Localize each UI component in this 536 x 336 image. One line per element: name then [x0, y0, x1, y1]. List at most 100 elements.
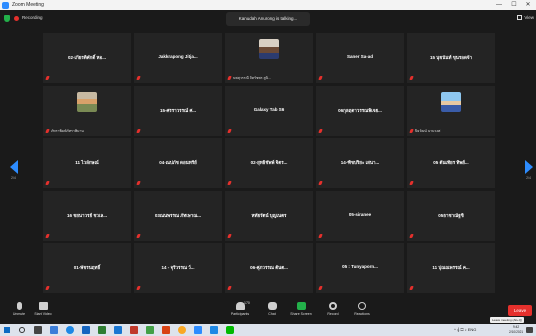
participant-tile[interactable]: ปิยวัฒน์ นามวงศ — [407, 85, 495, 136]
participant-tile[interactable]: 14 - จุรีวรรณ ว์... — [134, 243, 222, 293]
muted-mic-icon — [409, 233, 414, 238]
share-screen-label: Share Screen — [290, 312, 312, 316]
muted-mic-icon — [318, 233, 323, 238]
page-indicator-right: 2/4 — [526, 176, 531, 180]
zoom-logo-icon — [2, 1, 9, 9]
start-video-button[interactable]: Start Video — [28, 302, 58, 316]
edge-browser-icon[interactable] — [66, 326, 74, 334]
muted-mic-icon — [136, 233, 141, 238]
participant-name: 11 ปุณณพรรณ์ ค... — [432, 265, 470, 270]
maximize-button[interactable]: ☐ — [507, 0, 521, 10]
participant-tile[interactable]: Galaxy Tab S6 — [225, 85, 313, 136]
participant-tile[interactable]: 15 นุชนันท์ ขุนรอดจ้า — [407, 33, 495, 83]
record-label: Record — [327, 312, 339, 316]
muted-mic-icon — [136, 286, 141, 290]
app-taskbar-icon[interactable] — [210, 326, 218, 334]
muted-mic-icon — [318, 286, 323, 290]
chat-label: Chat — [268, 312, 276, 316]
zoom-taskbar-icon[interactable] — [194, 326, 202, 334]
task-view-icon[interactable] — [34, 326, 42, 334]
mail-icon[interactable] — [82, 326, 90, 334]
participant-name: 02-เกียรติศักดิ์ หอ... — [68, 55, 106, 60]
view-button[interactable]: View — [517, 15, 534, 20]
leave-tooltip: Leave meeting (Alt+Q) — [490, 317, 525, 323]
windows-taskbar: ^ 𝄞 ☐ ♪ ENG 9:42 2/10/2021 — [0, 324, 536, 336]
participant-name: 05-siranee — [348, 211, 372, 217]
participant-name: 14 - จุรีวรรณ ว์... — [161, 265, 195, 270]
minimize-button[interactable]: — — [492, 0, 506, 10]
participant-tile[interactable]: 01-พัชรนฤทธิ์ — [43, 243, 131, 293]
muted-mic-icon — [45, 286, 50, 290]
participant-tile[interactable]: 05-siranee — [316, 190, 404, 241]
muted-mic-icon — [227, 128, 232, 133]
window-title: Zoom Meeting — [12, 2, 44, 8]
next-page-arrow-icon[interactable] — [525, 160, 533, 174]
participant-tile[interactable]: 14-ฑิชปริยะ เสนา... — [316, 138, 404, 188]
participant-name: 05 ต้นเทียร ทิพย์... — [433, 160, 469, 165]
word-icon[interactable] — [114, 326, 122, 334]
chrome-icon[interactable] — [178, 326, 186, 334]
participant-name: 02-ยุทธิชัพพ์ จิตร... — [250, 160, 288, 165]
reactions-button[interactable]: Reactions — [347, 302, 377, 316]
media-icon[interactable] — [162, 326, 170, 334]
participant-tile[interactable]: 02-ยุทธิชัพพ์ จิตร... — [225, 138, 313, 188]
muted-mic-icon — [318, 181, 323, 185]
participant-tile[interactable]: 02-เกียรติศักดิ์ หอ... — [43, 33, 131, 83]
participant-tile[interactable]: 11 ปุณณพรรณ์ ค... — [407, 243, 495, 293]
taskbar-clock[interactable]: 9:42 2/10/2021 — [509, 325, 523, 335]
windows-start-icon[interactable] — [4, 327, 10, 333]
participant-name: 15 นุชนันท์ ขุนรอดจ้า — [429, 55, 473, 60]
powerpoint-icon[interactable] — [130, 326, 138, 334]
participant-name: 04-ณปภัช ดอนทรีย์ — [159, 160, 197, 165]
participant-name: 05 : Tunyaporn... — [342, 264, 378, 269]
page-indicator-left: 2/4 — [11, 176, 16, 180]
reactions-label: Reactions — [354, 312, 370, 316]
participants-button[interactable]: 170 Participants — [225, 301, 255, 316]
excel-icon[interactable] — [98, 326, 106, 334]
previous-page-arrow-icon[interactable] — [10, 160, 18, 174]
muted-mic-icon — [227, 76, 232, 80]
security-shield-icon[interactable] — [4, 15, 10, 22]
chat-button[interactable]: Chat — [257, 302, 287, 316]
notification-icon[interactable] — [526, 327, 533, 333]
participant-tile[interactable]: 15-ศรราวรรณ์ ศ... — [134, 85, 222, 136]
participant-tile[interactable]: นพสุวรรณี จิตรัชพร สูนิ... — [225, 33, 313, 83]
view-label: View — [524, 15, 534, 20]
participant-tile[interactable]: ภัทราพิมพ์ภัทราพิมาน — [43, 85, 131, 136]
participant-tile[interactable]: Jakkrapong Jitja... — [134, 33, 222, 83]
participant-tile[interactable]: 11 ไวลักษณ์ — [43, 138, 131, 188]
participant-name: 06-ศุภวรรณ ต้นต... — [250, 265, 288, 270]
file-explorer-icon[interactable] — [50, 326, 58, 334]
participant-tile[interactable]: 16 ชยนาวรย์ ชวเล... — [43, 190, 131, 241]
participant-tile[interactable]: 06กุลฤดาวรรณพิเจย... — [316, 85, 404, 136]
participant-tile[interactable]: 06-ศุภวรรณ ต้นต... — [225, 243, 313, 293]
close-button[interactable]: ✕ — [521, 0, 535, 10]
participant-name: Saner Sa-ad — [346, 54, 373, 59]
muted-mic-icon — [45, 181, 50, 185]
muted-mic-icon — [409, 128, 414, 133]
participant-name: Galaxy Tab S6 — [253, 106, 285, 112]
store-icon[interactable] — [146, 326, 154, 334]
participant-name: 11 ไวลักษณ์ — [75, 160, 99, 165]
gallery-grid-icon — [517, 15, 523, 20]
record-button[interactable]: Record — [318, 302, 348, 316]
participant-name: 06กุลฤดาวรรณพิเจย... — [338, 107, 382, 113]
participant-tile[interactable]: 03ณนพรรณ ภัทเษาณ... — [134, 190, 222, 241]
participant-tile[interactable]: 05 ต้นเทียร ทิพย์... — [407, 138, 495, 188]
leave-button[interactable]: Leave — [508, 305, 532, 316]
participant-name-tag: ภัทราพิมพ์ภัทราพิมาน — [51, 128, 84, 133]
muted-mic-icon — [45, 76, 50, 80]
participant-tile[interactable]: Saner Sa-ad — [316, 33, 404, 83]
participant-tile[interactable]: 05 : Tunyaporn... — [316, 243, 404, 293]
muted-mic-icon — [136, 181, 141, 185]
participant-tile[interactable]: 05ธาชาณัฐชิ — [407, 190, 495, 241]
participant-tile[interactable]: หทัยรัตน์ บุญเนตร — [225, 190, 313, 241]
system-tray[interactable]: ^ 𝄞 ☐ ♪ ENG — [454, 327, 476, 332]
muted-mic-icon — [409, 286, 414, 290]
smiley-reaction-icon — [358, 302, 366, 310]
participant-tile[interactable]: 04-ณปภัช ดอนทรีย์ — [134, 138, 222, 188]
share-screen-button[interactable]: Share Screen — [286, 302, 316, 316]
active-speaker-indicator: Kanudah Anurong is talking... — [226, 12, 310, 26]
search-icon[interactable] — [19, 327, 25, 333]
line-app-icon[interactable] — [226, 326, 234, 334]
